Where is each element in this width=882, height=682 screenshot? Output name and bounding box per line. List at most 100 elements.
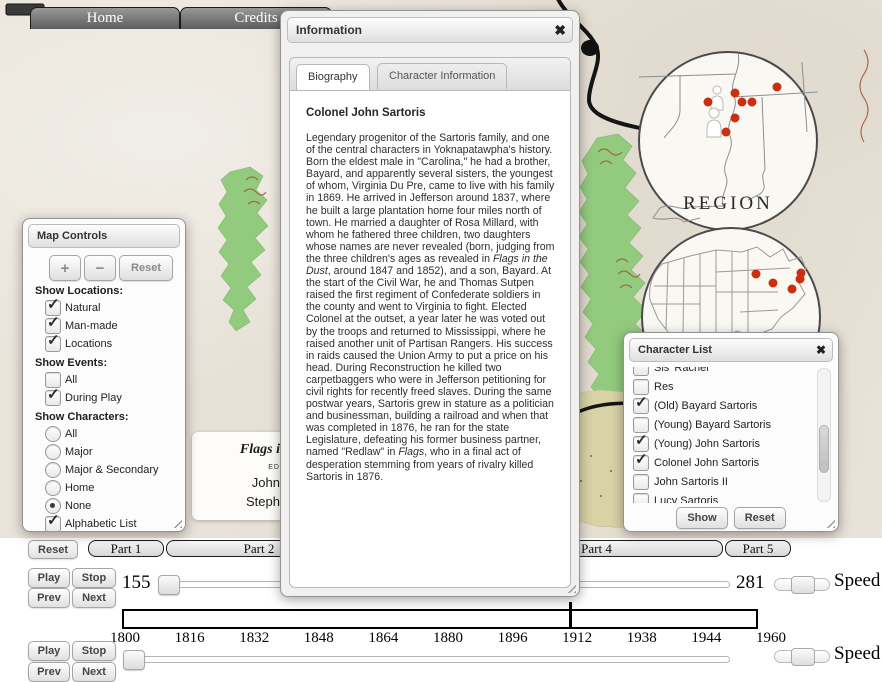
part-1-button[interactable]: Part 1	[88, 540, 164, 557]
information-dialog: Information ✖ Biography Character Inform…	[280, 10, 580, 597]
location-dot[interactable]	[773, 83, 782, 92]
location-dot[interactable]	[722, 128, 731, 137]
location-dot[interactable]	[731, 89, 740, 98]
character-label: John Sartoris II	[654, 476, 728, 488]
radio-characters-home[interactable]	[45, 480, 61, 496]
list-item[interactable]: Colonel John Sartoris	[633, 453, 815, 472]
location-dot[interactable]	[752, 270, 761, 279]
radio-label: Home	[65, 482, 94, 494]
year-slider-handle[interactable]	[123, 650, 145, 670]
play-button-2[interactable]: Play	[28, 641, 70, 661]
tab-biography[interactable]: Biography	[296, 64, 370, 90]
timeline-reset-button[interactable]: Reset	[28, 540, 78, 559]
list-item[interactable]: Lucy Sartoris	[633, 491, 815, 503]
checkbox-character[interactable]	[633, 474, 649, 490]
character-list-title: Character List	[638, 344, 712, 356]
zoom-out-button[interactable]: −	[84, 255, 116, 281]
person-icon[interactable]	[711, 86, 723, 110]
list-item[interactable]: (Young) Bayard Sartoris	[633, 415, 815, 434]
checkbox-character[interactable]	[633, 493, 649, 504]
nav-tab-home[interactable]: Home	[30, 7, 180, 29]
character-label: (Old) Bayard Sartoris	[654, 400, 757, 412]
list-item[interactable]: (Old) Bayard Sartoris	[633, 396, 815, 415]
checkbox-label: All	[65, 374, 77, 386]
region-inset-label: REGION	[683, 193, 773, 214]
timeline-year-labels: 1800 1816 1832 1848 1864 1880 1896 1912 …	[110, 630, 786, 647]
year-label: 1912	[562, 630, 592, 647]
play-button[interactable]: Play	[28, 568, 70, 588]
character-label: Res	[654, 381, 674, 393]
location-dot[interactable]	[797, 269, 806, 278]
person-icon[interactable]	[707, 108, 721, 137]
list-item[interactable]: (Young) John Sartoris	[633, 434, 815, 453]
radio-label: Major & Secondary	[65, 464, 159, 476]
show-button[interactable]: Show	[676, 507, 727, 529]
checkbox-character[interactable]	[633, 367, 649, 376]
character-reset-button[interactable]: Reset	[734, 507, 786, 529]
close-icon[interactable]: ✖	[816, 339, 826, 361]
list-item[interactable]: Sis' Rachel	[633, 367, 815, 377]
year-label: 1864	[368, 630, 398, 647]
map-structure-mark	[581, 40, 599, 56]
tab-strip: Biography Character Information	[290, 58, 570, 91]
year-label: 1832	[239, 630, 269, 647]
checkbox-label: Alphabetic List	[65, 518, 137, 530]
part-5-button[interactable]: Part 5	[725, 540, 791, 557]
tab-character-information[interactable]: Character Information	[377, 63, 507, 89]
location-dot[interactable]	[738, 98, 747, 107]
checkbox-during-play[interactable]	[45, 390, 61, 406]
range-end-value: 281	[736, 572, 765, 594]
year-label: 1816	[175, 630, 205, 647]
radio-characters-all[interactable]	[45, 426, 61, 442]
list-item[interactable]: John Sartoris II	[633, 472, 815, 491]
stop-button-2[interactable]: Stop	[72, 641, 116, 661]
year-label: 1880	[433, 630, 463, 647]
scrollbar[interactable]	[817, 368, 831, 502]
scrollbar-thumb[interactable]	[819, 425, 829, 473]
play-subtitle: ED	[192, 464, 280, 471]
next-button[interactable]: Next	[72, 588, 116, 608]
forest-area-left	[218, 167, 268, 331]
event-slider-handle[interactable]	[158, 575, 180, 595]
location-dot[interactable]	[704, 98, 713, 107]
stop-button[interactable]: Stop	[72, 568, 116, 588]
character-list-panel: Character List ✖ Sis' Rachel Res (Old) B…	[623, 332, 839, 532]
next-button-2[interactable]: Next	[72, 662, 116, 682]
checkbox-character[interactable]	[633, 398, 649, 414]
location-dot[interactable]	[731, 114, 740, 123]
dialog-title: Information	[296, 23, 362, 37]
range-start-value: 155	[122, 572, 151, 594]
speed-slider-handle[interactable]	[791, 576, 815, 594]
dialog-titlebar[interactable]: Information ✖	[287, 17, 573, 43]
checkbox-alphabetic-list[interactable]	[45, 516, 61, 532]
timeline-range-box[interactable]	[122, 609, 758, 629]
radio-characters-major[interactable]	[45, 444, 61, 460]
info-tabs-widget: Biography Character Information Colonel …	[289, 57, 571, 588]
year-label: 1848	[304, 630, 334, 647]
prev-button[interactable]: Prev	[28, 588, 70, 608]
speed-label: Speed	[834, 570, 880, 592]
year-slider-track[interactable]	[125, 656, 730, 663]
checkbox-character[interactable]	[633, 455, 649, 471]
list-item[interactable]: Res	[633, 377, 815, 396]
biography-text: Legendary progenitor of the Sartoris fam…	[306, 132, 556, 483]
close-icon[interactable]: ✖	[554, 18, 566, 42]
play-editor: John	[192, 475, 280, 490]
speed-slider-handle-2[interactable]	[791, 648, 815, 666]
map-reset-button[interactable]: Reset	[119, 255, 173, 281]
location-dot[interactable]	[748, 98, 757, 107]
radio-label: None	[65, 500, 91, 512]
location-dot[interactable]	[788, 285, 797, 294]
map-controls-panel: Map Controls + − Reset Show Locations: N…	[22, 218, 186, 532]
character-name-heading: Colonel John Sartoris	[306, 107, 554, 119]
character-label: Sis' Rachel	[654, 367, 709, 374]
radio-characters-major-secondary[interactable]	[45, 462, 61, 478]
character-label: (Young) Bayard Sartoris	[654, 419, 771, 431]
location-dot[interactable]	[769, 279, 778, 288]
radio-label: Major	[65, 446, 93, 458]
character-label: Colonel John Sartoris	[654, 457, 759, 469]
prev-button-2[interactable]: Prev	[28, 662, 70, 682]
checkbox-locations[interactable]	[45, 336, 61, 352]
zoom-in-button[interactable]: +	[49, 255, 81, 281]
character-label: (Young) John Sartoris	[654, 438, 760, 450]
